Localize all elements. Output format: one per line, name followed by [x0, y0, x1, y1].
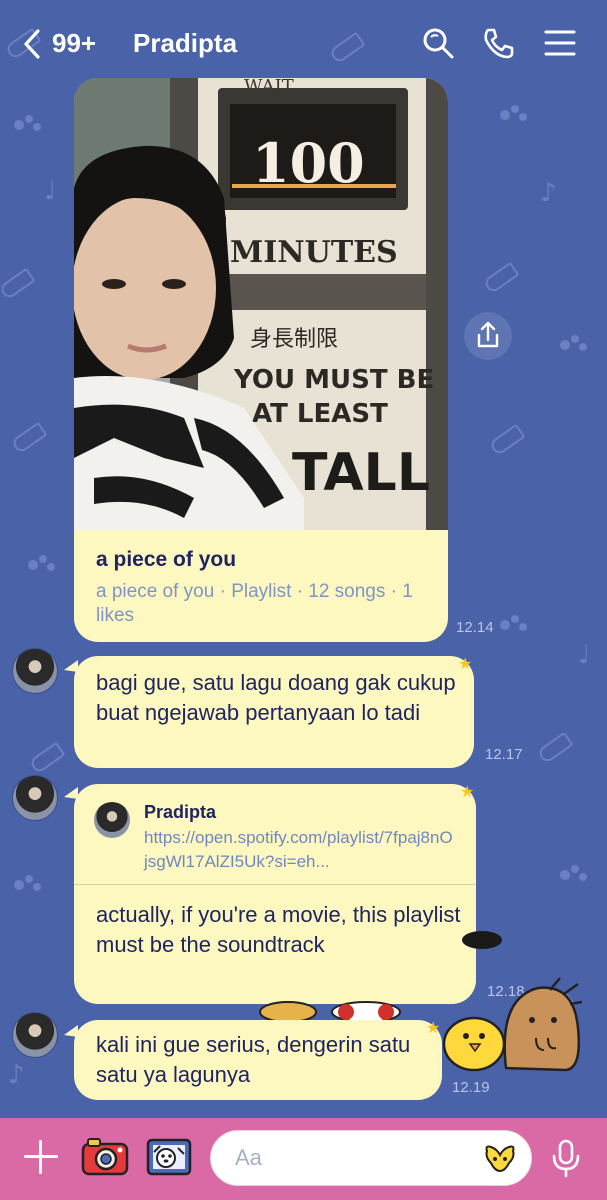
playlist-subtitle: a piece of you · Playlist · 12 songs · 1…	[96, 581, 413, 626]
link-url[interactable]: https://open.spotify.com/playlist/7fpaj8…	[144, 826, 454, 874]
link-preview-sender: Pradipta	[144, 802, 217, 822]
camera-icon[interactable]	[80, 1136, 130, 1178]
star-icon: ★	[426, 1020, 441, 1037]
sign-line3-text: TALL	[292, 443, 430, 503]
sign-line1-text: YOU MUST BE	[233, 365, 434, 395]
message-input-placeholder: Aa	[235, 1145, 262, 1170]
unread-count[interactable]: 99+	[52, 28, 96, 59]
message-text: bagi gue, satu lagu doang gak cukup buat…	[96, 670, 456, 725]
sender-avatar[interactable]	[12, 648, 58, 694]
sign-line2-text: AT LEAST	[252, 399, 388, 429]
emoji-sticker-icon[interactable]	[483, 1143, 517, 1175]
link-preview-avatar	[94, 802, 130, 838]
chat-input-bar: Aa	[0, 1118, 607, 1200]
chat-header: 99+ Pradipta	[0, 0, 607, 88]
photo-gallery-icon[interactable]	[144, 1134, 194, 1180]
message-time: 12.19	[452, 1079, 490, 1096]
chat-title[interactable]: Pradipta	[133, 28, 237, 59]
message-time: 12.17	[485, 746, 523, 763]
share-icon	[477, 321, 499, 348]
share-button[interactable]	[464, 312, 512, 360]
back-chevron-icon[interactable]	[20, 28, 46, 60]
message-bubble[interactable]: kali ini gue serius, dengerin satu satu …	[74, 1020, 442, 1100]
microphone-icon[interactable]	[548, 1138, 584, 1178]
star-icon: ★	[460, 784, 475, 801]
playlist-share-card[interactable]: WAIT 100 MINUTES 身長制限 YOU MUST BE AT LEA…	[74, 78, 448, 642]
menu-icon[interactable]	[543, 26, 577, 60]
sign-wait-text: WAIT	[244, 78, 294, 97]
message-text: kali ini gue serius, dengerin satu satu …	[96, 1032, 411, 1087]
message-time: 12.14	[456, 619, 494, 636]
sign-jp-text: 身長制限	[250, 327, 338, 352]
message-input[interactable]: Aa	[210, 1130, 532, 1186]
star-icon: ★	[458, 656, 473, 673]
sender-avatar[interactable]	[12, 775, 58, 821]
bubble-divider	[74, 884, 476, 885]
search-icon[interactable]	[421, 26, 455, 60]
message-bubble[interactable]: bagi gue, satu lagu doang gak cukup buat…	[74, 656, 474, 768]
sender-avatar[interactable]	[12, 1012, 58, 1058]
phone-call-icon[interactable]	[482, 26, 516, 60]
playlist-card-info: a piece of you a piece of you · Playlist…	[96, 548, 436, 628]
playlist-cover-image[interactable]: WAIT 100 MINUTES 身長制限 YOU MUST BE AT LEA…	[74, 78, 448, 530]
plus-icon[interactable]	[22, 1138, 60, 1176]
sign-minutes-text: MINUTES	[230, 235, 398, 270]
playlist-title: a piece of you	[96, 548, 237, 571]
